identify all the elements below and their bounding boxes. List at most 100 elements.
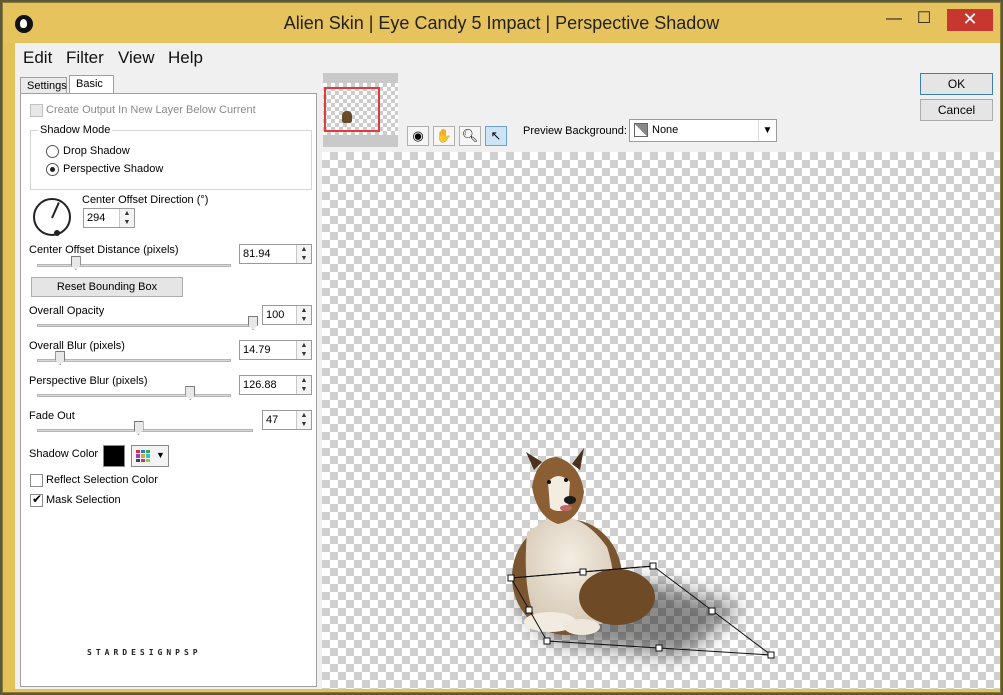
create-output-label: Create Output In New Layer Below Current	[46, 104, 256, 116]
chevron-down-icon: ▼	[758, 120, 776, 141]
overall-opacity-thumb[interactable]	[248, 316, 258, 330]
spin-down-icon[interactable]: ▼	[297, 350, 311, 359]
perspective-blur-spin-arrows[interactable]: ▲ ▼	[296, 376, 311, 394]
watermark-text: STARDESIGNPSP	[87, 648, 202, 657]
pointer-icon[interactable]: ↖	[485, 126, 507, 146]
direction-spin-arrows[interactable]: ▲ ▼	[119, 209, 134, 227]
center-offset-distance-thumb[interactable]	[70, 256, 81, 270]
fade-out-value: 47	[266, 414, 279, 426]
bbox-handle[interactable]	[543, 637, 551, 645]
menu-view[interactable]: View	[118, 48, 155, 68]
shadow-color-swatch[interactable]	[103, 445, 125, 467]
dial-needle	[51, 202, 60, 219]
zoom-icon[interactable]: 🔍︎	[459, 126, 481, 146]
bbox-handle[interactable]	[579, 568, 587, 576]
fade-out-slider[interactable]	[37, 429, 253, 432]
perspective-blur-label: Perspective Blur (pixels)	[29, 375, 148, 387]
overall-blur-label: Overall Blur (pixels)	[29, 340, 125, 352]
app-window: Alien Skin | Eye Candy 5 Impact | Perspe…	[2, 2, 1001, 693]
overall-opacity-value: 100	[266, 309, 285, 321]
overall-blur-value: 14.79	[243, 344, 271, 356]
spin-down-icon[interactable]: ▼	[297, 315, 311, 324]
perspective-shadow-radio[interactable]	[46, 163, 59, 176]
cancel-button[interactable]: Cancel	[920, 99, 993, 121]
spin-up-icon[interactable]: ▲	[297, 306, 311, 315]
preview-background-select[interactable]: None ▼	[629, 119, 777, 142]
color-palette-button[interactable]: ▼	[131, 445, 169, 467]
spin-down-icon[interactable]: ▼	[297, 420, 311, 429]
spin-down-icon[interactable]: ▼	[120, 218, 134, 227]
center-offset-direction-label: Center Offset Direction (°)	[82, 194, 209, 206]
reflect-selection-color-checkbox[interactable]	[30, 474, 43, 487]
opacity-spin-arrows[interactable]: ▲ ▼	[296, 306, 311, 324]
reset-bounding-box-button[interactable]: Reset Bounding Box	[31, 277, 183, 297]
spin-up-icon[interactable]: ▲	[297, 376, 311, 385]
hand-icon[interactable]: ✋	[433, 126, 455, 146]
fade-out-spinbox[interactable]: 47 ▲ ▼	[262, 410, 312, 430]
minimize-button[interactable]: —	[879, 9, 909, 31]
overall-opacity-spinbox[interactable]: 100 ▲ ▼	[262, 305, 312, 325]
close-button[interactable]: ✕	[947, 9, 993, 31]
bbox-handle[interactable]	[708, 607, 716, 615]
title-bar[interactable]: Alien Skin | Eye Candy 5 Impact | Perspe…	[3, 3, 1000, 43]
fade-spin-arrows[interactable]: ▲ ▼	[296, 411, 311, 429]
spin-up-icon[interactable]: ▲	[297, 411, 311, 420]
overall-blur-spinbox[interactable]: 14.79 ▲ ▼	[239, 340, 312, 360]
bbox-handle[interactable]	[767, 651, 775, 659]
shadow-color-label: Shadow Color	[29, 448, 99, 460]
window-title: Alien Skin | Eye Candy 5 Impact | Perspe…	[283, 13, 720, 33]
spin-up-icon[interactable]: ▲	[297, 245, 311, 254]
menu-filter[interactable]: Filter	[66, 48, 104, 68]
perspective-blur-thumb[interactable]	[185, 386, 196, 400]
menu-bar: Edit Filter View Help	[15, 43, 1000, 71]
preview-canvas[interactable]	[322, 152, 1000, 689]
direction-dial[interactable]	[33, 198, 71, 236]
menu-help[interactable]: Help	[168, 48, 203, 68]
blur-spin-arrows[interactable]: ▲ ▼	[296, 341, 311, 359]
transparency-icon	[634, 123, 648, 137]
chevron-down-icon: ▼	[156, 450, 165, 460]
fade-out-thumb[interactable]	[133, 421, 144, 435]
bbox-handle[interactable]	[525, 606, 533, 614]
spin-down-icon[interactable]: ▼	[297, 385, 311, 394]
direction-spinbox[interactable]: 294 ▲ ▼	[83, 208, 135, 228]
create-output-checkbox[interactable]	[30, 104, 43, 117]
reflect-selection-color-label: Reflect Selection Color	[46, 474, 158, 486]
shadow-mode-title: Shadow Mode	[38, 124, 113, 136]
overall-blur-thumb[interactable]	[55, 351, 66, 365]
center-offset-distance-value: 81.94	[243, 248, 271, 260]
mask-selection-label: Mask Selection	[46, 494, 121, 506]
center-offset-distance-slider[interactable]	[37, 264, 231, 267]
overall-blur-slider[interactable]	[37, 359, 231, 362]
overall-opacity-slider[interactable]	[37, 324, 253, 327]
zoom-eye-icon[interactable]: ◉	[407, 126, 429, 146]
center-offset-distance-spinbox[interactable]: 81.94 ▲ ▼	[239, 244, 312, 264]
direction-value: 294	[87, 212, 106, 224]
spin-up-icon[interactable]: ▲	[120, 209, 134, 218]
navigator-view-frame[interactable]	[324, 87, 380, 132]
preview-svg	[507, 448, 775, 659]
bbox-handle[interactable]	[655, 644, 663, 652]
mask-selection-checkbox[interactable]	[30, 492, 43, 507]
perspective-blur-spinbox[interactable]: 126.88 ▲ ▼	[239, 375, 312, 395]
spin-up-icon[interactable]: ▲	[297, 341, 311, 350]
preview-background-value: None	[652, 124, 679, 136]
basic-panel: Create Output In New Layer Below Current…	[20, 93, 317, 687]
palette-grid-icon	[136, 450, 150, 462]
perspective-shadow-label: Perspective Shadow	[63, 163, 164, 175]
drop-shadow-radio[interactable]	[46, 145, 59, 158]
tab-basic[interactable]: Basic	[69, 75, 114, 94]
maximize-button[interactable]: ☐	[909, 9, 939, 31]
navigator-dog-thumbnail	[342, 111, 352, 123]
shadow-mode-group: Shadow Mode Drop Shadow Perspective Shad…	[30, 124, 312, 190]
bbox-handle[interactable]	[649, 562, 657, 570]
preview-background-label: Preview Background:	[523, 125, 627, 137]
dial-handle[interactable]	[54, 230, 60, 236]
menu-edit[interactable]: Edit	[23, 48, 52, 68]
distance-spin-arrows[interactable]: ▲ ▼	[296, 245, 311, 263]
ok-button[interactable]: OK	[920, 73, 993, 95]
fade-out-label: Fade Out	[29, 410, 75, 422]
bbox-handle[interactable]	[507, 574, 515, 582]
perspective-blur-slider[interactable]	[37, 394, 231, 397]
spin-down-icon[interactable]: ▼	[297, 254, 311, 263]
